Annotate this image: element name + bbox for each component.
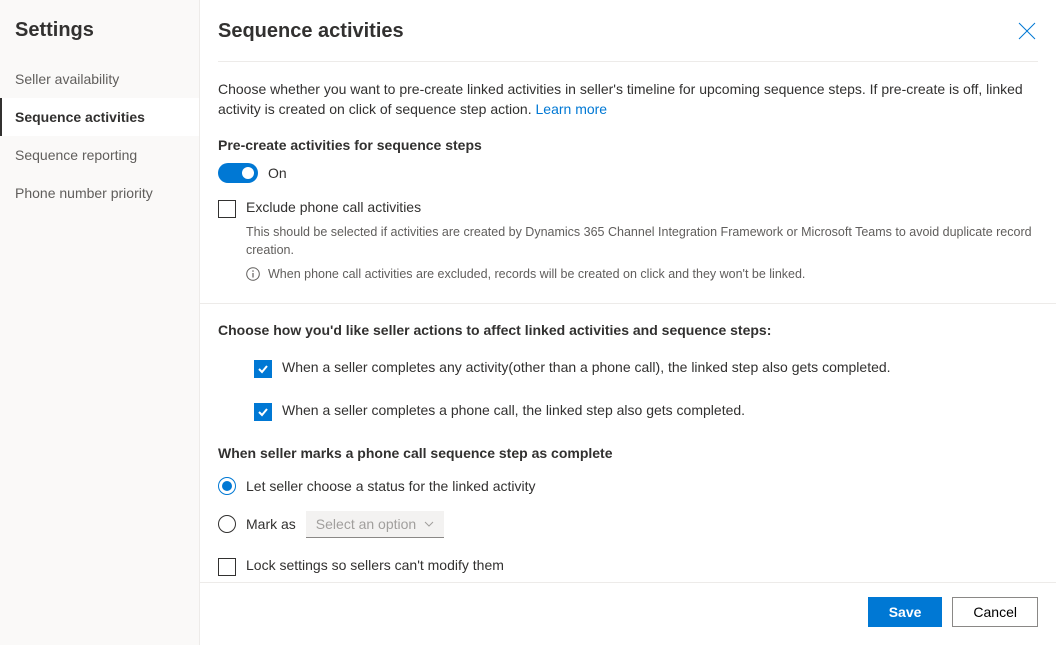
- lock-settings-label: Lock settings so sellers can't modify th…: [246, 557, 504, 573]
- main-panel: Sequence activities Choose whether you w…: [200, 0, 1056, 645]
- exclude-helper-text: This should be selected if activities ar…: [246, 224, 1038, 259]
- affect-phone-label: When a seller completes a phone call, th…: [282, 402, 745, 418]
- save-button[interactable]: Save: [868, 597, 943, 627]
- exclude-phone-checkbox[interactable]: [218, 200, 236, 218]
- footer-actions: Save Cancel: [200, 582, 1056, 645]
- page-title: Sequence activities: [218, 20, 404, 43]
- radio-let-seller-choose-label: Let seller choose a status for the linke…: [246, 478, 535, 494]
- sidebar-item-sequence-reporting[interactable]: Sequence reporting: [0, 136, 199, 174]
- affect-heading: Choose how you'd like seller actions to …: [218, 322, 1038, 338]
- learn-more-link[interactable]: Learn more: [536, 101, 608, 117]
- cancel-button[interactable]: Cancel: [952, 597, 1038, 627]
- affect-phone-checkbox[interactable]: [254, 403, 272, 421]
- chevron-down-icon: [424, 521, 434, 527]
- exclude-info-text: When phone call activities are excluded,…: [268, 267, 805, 281]
- mark-as-select[interactable]: Select an option: [306, 511, 444, 538]
- radio-let-seller-choose[interactable]: [218, 477, 236, 495]
- affect-activity-label: When a seller completes any activity(oth…: [282, 359, 891, 375]
- lock-settings-checkbox[interactable]: [218, 558, 236, 576]
- intro-text: Choose whether you want to pre-create li…: [218, 80, 1038, 119]
- sidebar-item-seller-availability[interactable]: Seller availability: [0, 60, 199, 98]
- sidebar-item-phone-number-priority[interactable]: Phone number priority: [0, 174, 199, 212]
- radio-mark-as-label: Mark as: [246, 516, 296, 532]
- sidebar-title: Settings: [0, 14, 199, 60]
- phone-complete-heading: When seller marks a phone call sequence …: [218, 445, 1038, 461]
- precreate-toggle[interactable]: [218, 163, 258, 183]
- sidebar-item-sequence-activities[interactable]: Sequence activities: [0, 98, 199, 136]
- radio-mark-as[interactable]: [218, 515, 236, 533]
- precreate-toggle-state: On: [268, 165, 287, 181]
- affect-activity-checkbox[interactable]: [254, 360, 272, 378]
- settings-sidebar: Settings Seller availability Sequence ac…: [0, 0, 200, 645]
- precreate-label: Pre-create activities for sequence steps: [218, 137, 1038, 153]
- close-button[interactable]: [1016, 20, 1038, 45]
- exclude-phone-label: Exclude phone call activities: [246, 199, 421, 215]
- info-icon: [246, 267, 260, 281]
- close-icon: [1018, 22, 1036, 40]
